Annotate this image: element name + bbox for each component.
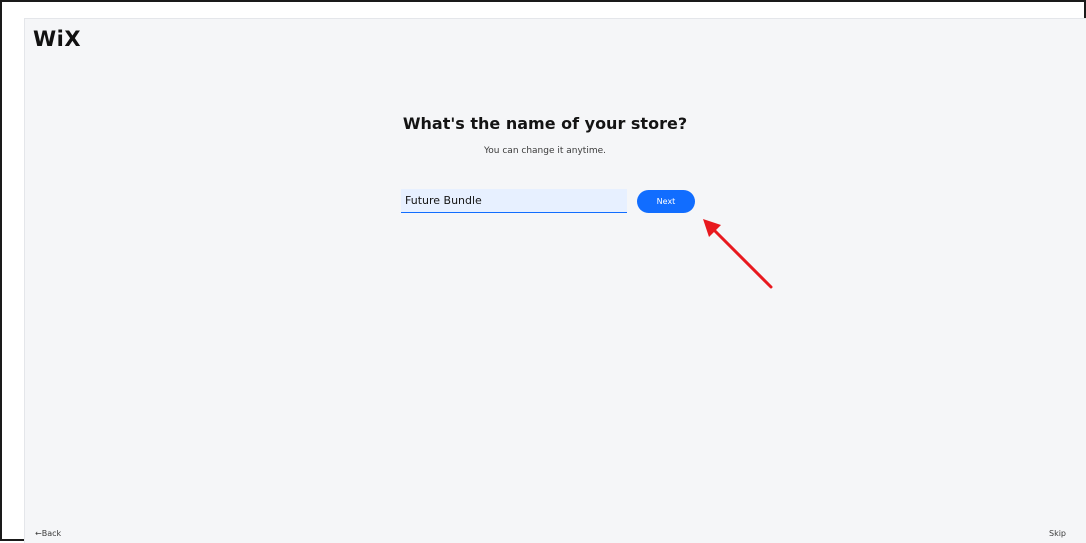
wix-onboarding-page: WiX What's the name of your store? You c… — [24, 18, 1086, 543]
page-subtitle: You can change it anytime. — [483, 146, 606, 156]
skip-link[interactable]: Skip — [1049, 529, 1066, 538]
wix-logo: WiX — [33, 27, 82, 51]
back-link[interactable]: ←Back — [35, 529, 61, 538]
page-title: What's the name of your store? — [402, 114, 688, 133]
store-name-input[interactable] — [401, 189, 627, 213]
arrow-pointer-icon — [703, 219, 773, 289]
next-button[interactable]: Next — [637, 190, 695, 213]
screenshot-frame: WiX What's the name of your store? You c… — [0, 0, 1086, 543]
